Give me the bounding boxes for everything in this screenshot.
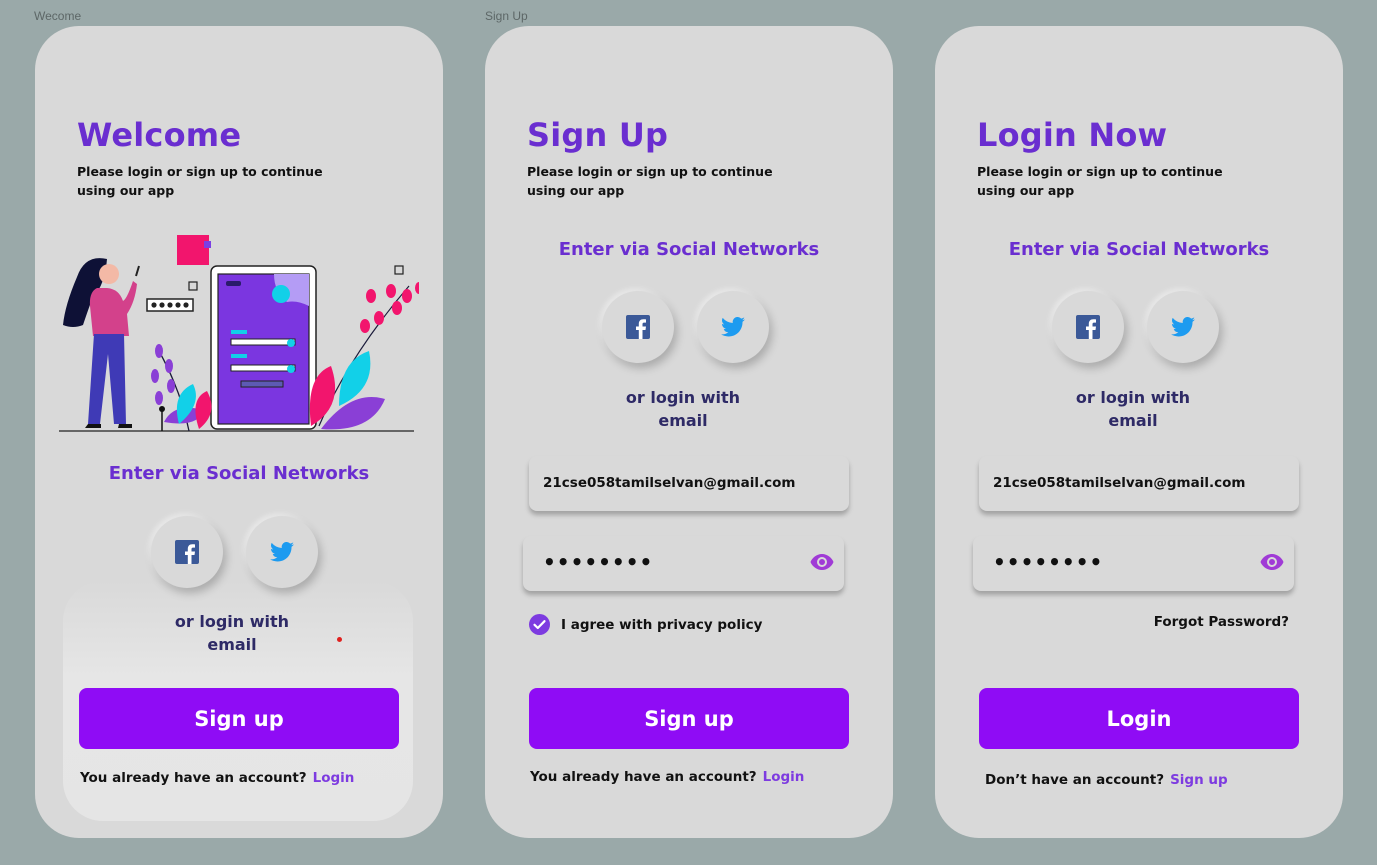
signup-button[interactable]: Sign up [529,688,849,749]
social-heading: Enter via Social Networks [1008,239,1270,260]
account-prompt: Don’t have an account? Sign up [985,772,1228,788]
email-value: 21cse058tamilselvan@gmail.com [993,475,1246,491]
status-dot [337,637,342,642]
twitter-button[interactable] [697,291,769,363]
email-value: 21cse058tamilselvan@gmail.com [543,475,796,491]
welcome-screen: Welcome Please login or sign up to conti… [35,26,443,838]
facebook-button[interactable] [151,516,223,588]
twitter-icon [1171,317,1195,337]
facebook-button[interactable] [1052,291,1124,363]
check-icon[interactable] [529,614,550,635]
facebook-icon [1076,315,1100,339]
or-login-text: or login with email [625,388,741,430]
login-screen: Login Now Please login or sign up to con… [935,26,1343,838]
account-prompt-text: You already have an account? [80,770,307,786]
signup-link[interactable]: Sign up [1170,772,1228,788]
social-heading: Enter via Social Networks [108,463,370,484]
or-login-text: or login with email [1075,388,1191,430]
facebook-button[interactable] [602,291,674,363]
signup-screen: Sign Up Please login or sign up to conti… [485,26,893,838]
page-subtitle: Please login or sign up to continue usin… [77,164,323,198]
twitter-button[interactable] [1147,291,1219,363]
eye-icon[interactable] [1260,553,1284,571]
login-link[interactable]: Login [763,769,805,785]
social-heading: Enter via Social Networks [558,239,820,260]
account-prompt: You already have an account? Login [80,770,354,786]
login-link[interactable]: Login [313,770,355,786]
login-button[interactable]: Login [979,688,1299,749]
password-mask: •••••••• [543,550,654,574]
page-subtitle: Please login or sign up to continue usin… [977,164,1223,198]
account-prompt: You already have an account? Login [530,769,804,785]
signup-button[interactable]: Sign up [79,688,399,749]
email-field[interactable]: 21cse058tamilselvan@gmail.com [979,456,1299,511]
facebook-icon [175,540,199,564]
twitter-icon [270,542,294,562]
or-login-text: or login with email [174,612,290,654]
account-prompt-text: You already have an account? [530,769,757,785]
page-title: Login Now [977,116,1168,154]
page-title: Sign Up [527,116,669,154]
twitter-icon [721,317,745,337]
eye-icon[interactable] [810,553,834,571]
twitter-button[interactable] [246,516,318,588]
frame-label-signup: Sign Up [485,9,528,23]
privacy-label: I agree with privacy policy [561,616,763,633]
account-prompt-text: Don’t have an account? [985,772,1165,788]
privacy-checkbox-row[interactable]: I agree with privacy policy [529,614,762,635]
password-mask: •••••••• [993,550,1104,574]
page-title: Welcome [77,116,242,154]
frame-label-welcome: Wecome [34,9,82,23]
email-field[interactable]: 21cse058tamilselvan@gmail.com [529,456,849,511]
forgot-password-link[interactable]: Forgot Password? [1154,614,1289,630]
page-subtitle: Please login or sign up to continue usin… [527,164,773,198]
password-field[interactable]: •••••••• [973,536,1294,591]
facebook-icon [626,315,650,339]
password-field[interactable]: •••••••• [523,536,844,591]
welcome-illustration [59,235,419,432]
